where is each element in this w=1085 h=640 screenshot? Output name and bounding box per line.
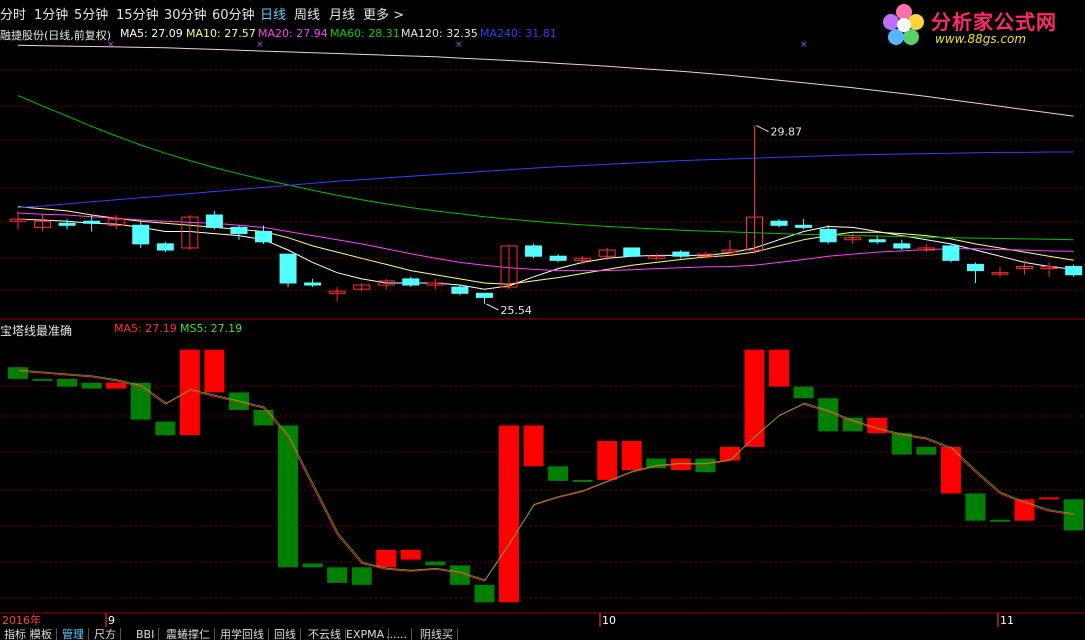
tower-bar xyxy=(990,519,1010,522)
candle-body xyxy=(205,214,223,228)
candle-body xyxy=(868,239,886,243)
tower-bar xyxy=(204,349,225,393)
candle-body xyxy=(966,263,984,272)
tower-bar xyxy=(499,425,519,603)
candle-body xyxy=(156,243,174,251)
candle-body xyxy=(770,220,788,226)
candle-body xyxy=(672,251,690,257)
candle-body xyxy=(58,222,76,226)
tower-bar xyxy=(523,425,544,467)
ma5-line xyxy=(17,218,1074,290)
tower-bar xyxy=(1014,499,1035,521)
bottom-tab-3[interactable]: 尺方 xyxy=(90,628,121,640)
tower-bar xyxy=(155,421,176,436)
tower-ma5-line xyxy=(17,370,1074,582)
tower-bar xyxy=(8,367,28,379)
candle-body xyxy=(819,228,837,243)
tower-bar xyxy=(695,458,716,473)
bottom-tab-5[interactable]: 震蜷撑仁 xyxy=(162,628,215,640)
candle-body xyxy=(795,224,813,228)
tower-bar xyxy=(621,441,642,471)
tower-bar xyxy=(32,378,53,381)
tower-bar xyxy=(1039,497,1060,500)
tower-bar xyxy=(327,567,348,583)
tower-bar xyxy=(425,561,446,566)
candle-body xyxy=(475,292,493,298)
candle-body xyxy=(942,245,960,261)
candle-body xyxy=(255,230,272,243)
tower-bar xyxy=(106,382,127,389)
ma240-line xyxy=(17,151,1074,209)
x-axis-month-label: 11 xyxy=(1000,614,1014,627)
bottom-tab-2[interactable]: 管理 xyxy=(58,628,89,640)
tower-bar xyxy=(744,349,765,447)
tower-bar xyxy=(965,493,986,521)
tower-bar xyxy=(597,441,618,480)
bottom-tab-10[interactable]: ...... xyxy=(382,628,412,640)
tower-bar xyxy=(130,382,151,420)
top-marker-icon: × xyxy=(107,40,115,50)
high-annotation: 29.87 xyxy=(771,126,803,139)
tower-bar xyxy=(400,549,421,560)
x-axis-month-label: 10 xyxy=(602,614,616,627)
tower-bar xyxy=(278,425,299,568)
candle-body xyxy=(279,253,297,284)
tower-bar xyxy=(572,479,593,482)
top-marker-icon: × xyxy=(800,40,808,50)
high-pointer xyxy=(756,125,769,133)
x-axis-month-label: 9 xyxy=(108,614,115,627)
candle-body xyxy=(132,224,150,245)
candle-body xyxy=(623,247,641,257)
tower-bar xyxy=(57,378,78,387)
bottom-tab-4[interactable]: BBI xyxy=(132,628,160,640)
candle-body xyxy=(451,286,469,294)
tower-ms5-line xyxy=(18,369,1075,581)
candle-body xyxy=(893,243,911,249)
candle-body xyxy=(549,255,567,261)
tower-bar xyxy=(376,549,397,568)
tower-bar xyxy=(793,386,814,399)
tower-bar xyxy=(302,563,323,568)
top-marker-icon: × xyxy=(455,40,463,50)
tower-bar xyxy=(253,409,274,426)
candle-body xyxy=(1065,266,1083,276)
candle-body xyxy=(525,245,543,257)
tower-bar xyxy=(351,567,372,585)
bottom-tab-8[interactable]: 不云线 xyxy=(304,628,346,640)
tower-bar xyxy=(548,466,569,481)
low-pointer xyxy=(486,303,499,311)
bottom-tab-7[interactable]: 回线 xyxy=(270,628,301,640)
candle-body xyxy=(402,278,420,286)
tower-bar xyxy=(916,446,937,455)
bottom-tab-6[interactable]: 用学回线 xyxy=(216,628,269,640)
tower-bar xyxy=(474,584,495,603)
x-axis-year: 2016年 xyxy=(2,613,41,627)
candle-body xyxy=(230,226,248,235)
tower-bar xyxy=(842,417,863,432)
stock-chart[interactable]: 29.87 25.54 2016年 9 10 11 × × × × xyxy=(0,0,1085,628)
tower-bar xyxy=(81,382,102,389)
ma120-line xyxy=(17,44,1074,117)
tower-bar xyxy=(769,349,790,387)
candle-body xyxy=(304,282,322,286)
indicator-tab-bar: 指标 模板 管理 尺方 BBI 震蜷撑仁 用学回线 回线 不云线 EXPMA...... 阴线买 xyxy=(0,628,1085,640)
top-marker-icon: × xyxy=(256,40,264,50)
bottom-tab-1[interactable]: 模板 xyxy=(26,628,57,640)
candle-body xyxy=(83,220,101,224)
bottom-tab-11[interactable]: 阴线买 xyxy=(416,628,458,640)
low-annotation: 25.54 xyxy=(500,304,532,317)
